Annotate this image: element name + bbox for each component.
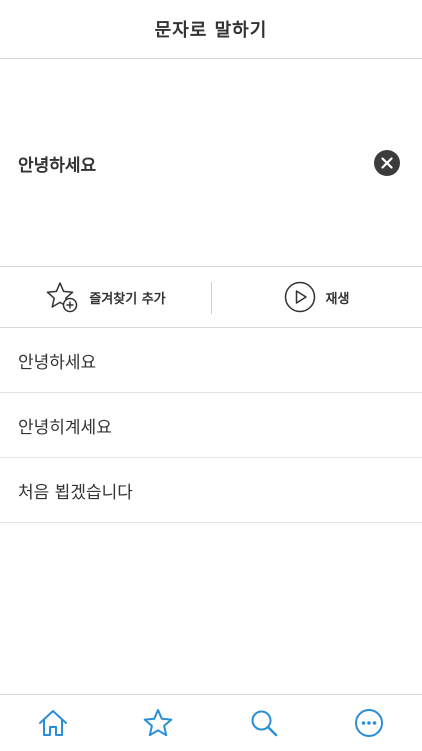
search-icon [249,708,279,738]
tab-search[interactable] [211,695,317,751]
star-plus-icon [45,280,79,314]
add-favorite-label: 즐겨찾기 추가 [89,288,165,307]
input-text[interactable]: 안녕하세요 [18,151,96,176]
home-icon [37,708,69,738]
tab-home[interactable] [0,695,106,751]
text-input-area[interactable]: 안녕하세요 [0,59,422,267]
clear-button[interactable] [374,150,400,176]
tab-favorites[interactable] [106,695,212,751]
tab-more[interactable] [317,695,422,751]
action-divider [211,282,212,314]
page-title: 문자로 말하기 [155,16,268,42]
play-icon [284,281,316,313]
list-item[interactable]: 안녕히계세요 [0,393,422,458]
list-item[interactable]: 처음 뵙겠습니다 [0,458,422,523]
bottom-tab-bar [0,694,422,751]
suggestion-list: 안녕하세요 안녕히계세요 처음 뵙겠습니다 [0,328,422,523]
play-label: 재생 [326,288,350,307]
play-button[interactable]: 재생 [211,267,422,327]
more-icon [354,708,384,738]
list-item[interactable]: 안녕하세요 [0,328,422,393]
star-icon [142,707,174,739]
close-icon [381,157,393,169]
add-favorite-button[interactable]: 즐겨찾기 추가 [0,267,211,327]
top-header: 문자로 말하기 [0,0,422,59]
action-bar: 즐겨찾기 추가 재생 [0,267,422,328]
